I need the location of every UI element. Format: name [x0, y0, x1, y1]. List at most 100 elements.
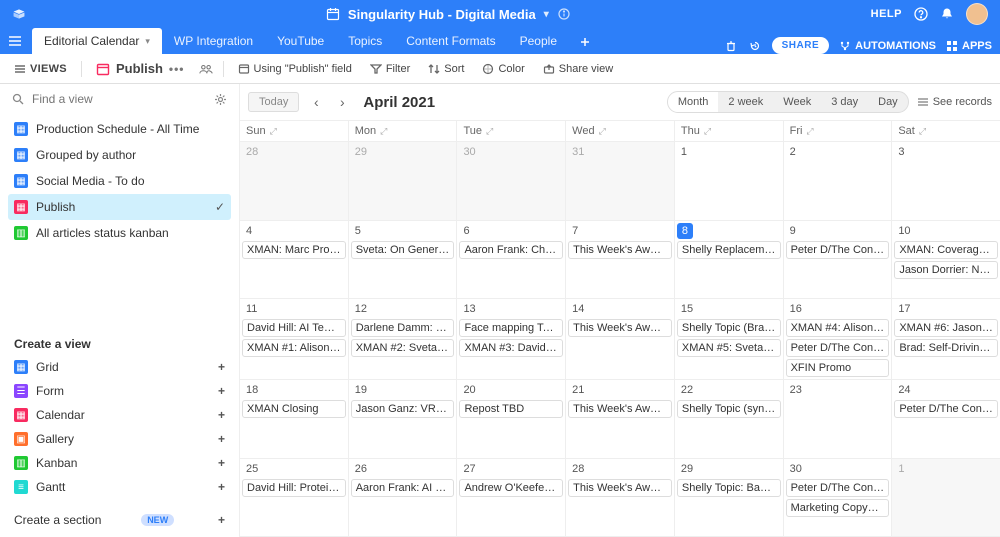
calendar-event[interactable]: This Week's Awesome … [568, 241, 672, 259]
calendar-cell[interactable]: 14This Week's Awesome … [565, 299, 674, 379]
calendar-cell[interactable]: 4XMAN: Marc Prosser on… [240, 221, 348, 299]
calendar-event[interactable]: XMAN: Marc Prosser on… [242, 241, 346, 259]
range-month[interactable]: Month [668, 92, 719, 112]
calendar-event[interactable]: Shelly Topic (Brain deat… [677, 319, 781, 337]
calendar-event[interactable]: Jason Ganz: VR Manife… [351, 400, 455, 418]
add-tab-button[interactable] [569, 30, 601, 54]
calendar-event[interactable]: Shelly Replacement: Ja… [677, 241, 781, 259]
tab-topics[interactable]: Topics [336, 28, 394, 54]
history-icon[interactable] [748, 39, 762, 53]
expand-icon[interactable]: ⤢ [599, 126, 606, 137]
calendar-cell[interactable]: 20Repost TBD [456, 380, 565, 458]
sidebar-view-item[interactable]: ▦Production Schedule - All Time [8, 116, 231, 142]
calendar-event[interactable]: This Week's Awesome … [568, 319, 672, 337]
current-view[interactable]: Publish ••• [92, 58, 189, 79]
expand-icon[interactable]: ⤢ [919, 126, 926, 137]
create-gantt-view[interactable]: ≡Gantt+ [8, 475, 231, 499]
calendar-event[interactable]: Peter D/The Conversati… [786, 479, 890, 497]
calendar-cell[interactable]: 11David Hill: AI Teaching …XMAN #1: Alis… [240, 299, 348, 379]
sidebar-view-item[interactable]: ▦Publish✓ [8, 194, 231, 220]
calendar-event[interactable]: XMAN #3: David (Pram… [459, 339, 563, 357]
sort-button[interactable]: Sort [424, 60, 468, 78]
share-button[interactable]: SHARE [772, 37, 830, 54]
calendar-cell[interactable]: 1 [891, 459, 1000, 537]
calendar-cell[interactable]: 17XMAN #6: Jason (John …Brad: Self-Drivi… [891, 299, 1000, 379]
calendar-cell[interactable]: 6Aaron Frank: Changing … [456, 221, 565, 299]
help-icon[interactable] [914, 7, 928, 21]
help-link[interactable]: HELP [871, 8, 902, 20]
calendar-cell[interactable]: 28 [240, 142, 348, 220]
sidebar-view-item[interactable]: ▦Social Media - To do [8, 168, 231, 194]
create-grid-view[interactable]: ▦Grid+ [8, 355, 231, 379]
sidebar-view-item[interactable]: ▥All articles status kanban [8, 220, 231, 246]
calendar-cell[interactable]: 1 [674, 142, 783, 220]
calendar-event[interactable]: Face mapping Tech for … [459, 319, 563, 337]
calendar-cell[interactable]: 10XMAN: Coverage Openi…Jason Dorrier: Na… [891, 221, 1000, 299]
calendar-event[interactable]: Brad: Self-Driving Truck… [894, 339, 998, 357]
today-button[interactable]: Today [248, 92, 299, 112]
calendar-event[interactable]: This Week's Awesome … [568, 400, 672, 418]
expand-icon[interactable]: ⤢ [486, 126, 493, 137]
menu-icon[interactable] [8, 35, 32, 47]
more-icon[interactable]: ••• [169, 62, 185, 76]
calendar-cell[interactable]: 30 [456, 142, 565, 220]
calendar-cell[interactable]: 29Shelly Topic: Bank of Ph… [674, 459, 783, 537]
create-form-view[interactable]: ☰Form+ [8, 379, 231, 403]
calendar-event[interactable]: XMAN: Coverage Openi… [894, 241, 998, 259]
calendar-cell[interactable]: 3 [891, 142, 1000, 220]
color-button[interactable]: Color [478, 60, 528, 78]
range-day[interactable]: Day [868, 92, 908, 112]
calendar-event[interactable]: Repost TBD [459, 400, 563, 418]
calendar-event[interactable]: David Hill: Protein struc… [242, 479, 346, 497]
calendar-event[interactable]: Peter D/The Conversati… [786, 339, 890, 357]
calendar-event[interactable]: Aaron Frank: AI research [351, 479, 455, 497]
share-view-button[interactable]: Share view [539, 60, 617, 78]
range-3-day[interactable]: 3 day [821, 92, 868, 112]
calendar-event[interactable]: XMAN #4: Alison (Sand… [786, 319, 890, 337]
calendar-event[interactable]: XFIN Promo [786, 359, 890, 377]
avatar[interactable] [966, 3, 988, 25]
calendar-cell[interactable]: 21This Week's Awesome … [565, 380, 674, 458]
next-month[interactable]: › [333, 94, 351, 110]
expand-icon[interactable]: ⤢ [806, 126, 813, 137]
calendar-event[interactable]: Peter D/The Conversati… [894, 400, 998, 418]
calendar-cell[interactable]: 30Peter D/The Conversati…Marketing Copyw… [783, 459, 892, 537]
expand-icon[interactable]: ⤢ [270, 126, 277, 137]
calendar-cell[interactable]: 9Peter D/The Conversati… [783, 221, 892, 299]
create-kanban-view[interactable]: ▥Kanban+ [8, 451, 231, 475]
calendar-cell[interactable]: 29 [348, 142, 457, 220]
create-section[interactable]: Create a section NEW + [0, 507, 239, 537]
calendar-cell[interactable]: 16XMAN #4: Alison (Sand…Peter D/The Conv… [783, 299, 892, 379]
calendar-cell[interactable]: 15Shelly Topic (Brain deat…XMAN #5: Svet… [674, 299, 783, 379]
calendar-event[interactable]: Shelly Topic (synthetic … [677, 400, 781, 418]
calendar-cell[interactable]: 18XMAN Closing [240, 380, 348, 458]
tab-youtube[interactable]: YouTube [265, 28, 336, 54]
tab-content-formats[interactable]: Content Formats [394, 28, 507, 54]
calendar-event[interactable]: Jason Dorrier: Nanobiot… [894, 261, 998, 279]
tab-wp-integration[interactable]: WP Integration [162, 28, 265, 54]
create-gallery-view[interactable]: ▣Gallery+ [8, 427, 231, 451]
calendar-event[interactable]: Marketing Copywriter: … [786, 499, 890, 517]
trash-icon[interactable] [724, 39, 738, 53]
workspace-title-wrap[interactable]: Singularity Hub - Digital Media ▾ [26, 7, 871, 22]
calendar-event[interactable]: Darlene Damm: GGC Hei… [351, 319, 455, 337]
calendar-event[interactable]: XMAN #2: Sveta (Daniel… [351, 339, 455, 357]
expand-icon[interactable]: ⤢ [704, 126, 711, 137]
calendar-cell[interactable]: 13Face mapping Tech for …XMAN #3: David … [456, 299, 565, 379]
calendar-cell[interactable]: 26Aaron Frank: AI research [348, 459, 457, 537]
create-calendar-view[interactable]: ▦Calendar+ [8, 403, 231, 427]
using-field[interactable]: Using "Publish" field [234, 60, 356, 78]
calendar-event[interactable]: Aaron Frank: Changing … [459, 241, 563, 259]
calendar-cell[interactable]: 12Darlene Damm: GGC Hei…XMAN #2: Sveta (… [348, 299, 457, 379]
calendar-cell[interactable]: 25David Hill: Protein struc… [240, 459, 348, 537]
calendar-event[interactable]: XMAN #6: Jason (John … [894, 319, 998, 337]
tab-people[interactable]: People [508, 28, 569, 54]
filter-button[interactable]: Filter [366, 60, 414, 78]
tab-editorial-calendar[interactable]: Editorial Calendar▾ [32, 28, 162, 54]
range-week[interactable]: Week [773, 92, 821, 112]
people-icon[interactable] [199, 62, 213, 76]
apps-link[interactable]: APPS [946, 40, 992, 52]
automations-link[interactable]: AUTOMATIONS [839, 40, 936, 52]
calendar-cell[interactable]: 7This Week's Awesome … [565, 221, 674, 299]
see-records[interactable]: See records [917, 96, 992, 108]
